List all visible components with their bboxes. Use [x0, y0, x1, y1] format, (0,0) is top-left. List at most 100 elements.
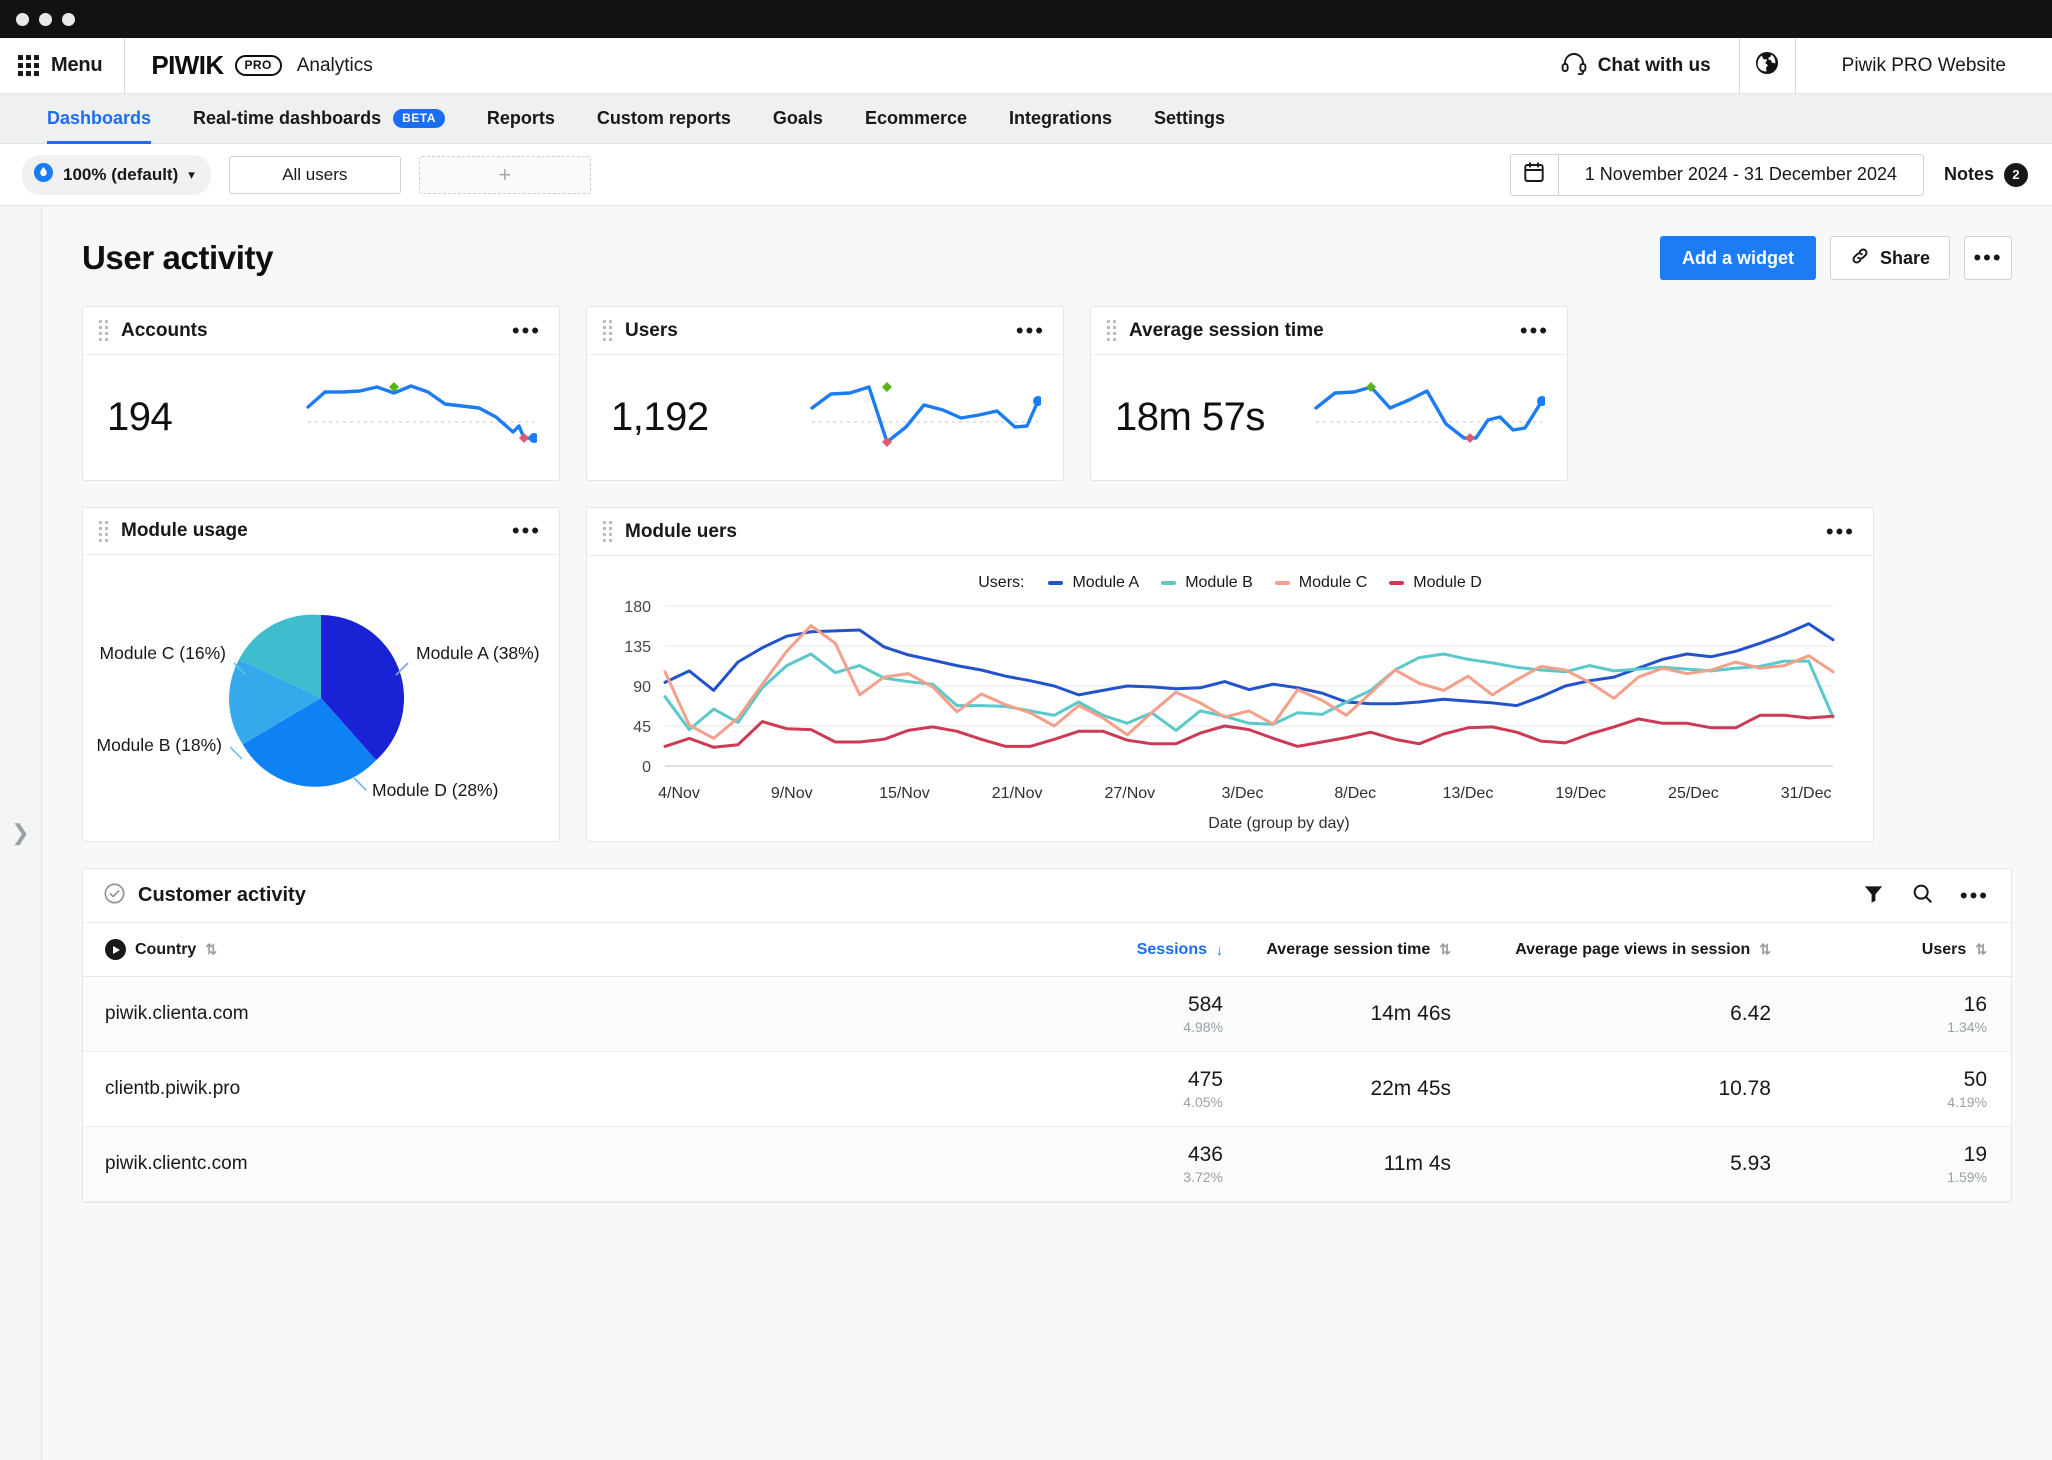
- legend-item-module-c[interactable]: Module C: [1275, 574, 1367, 592]
- dashboard-filter-bar: 100% (default) ▾ All users +: [0, 144, 2052, 206]
- tab-ecommerce[interactable]: Ecommerce: [844, 94, 988, 143]
- search-icon[interactable]: [1911, 882, 1934, 910]
- grid-menu-icon: [18, 55, 39, 76]
- customer-activity-title: Customer activity: [138, 884, 306, 907]
- brand-product-name: Analytics: [297, 55, 373, 77]
- tab-ecommerce-label: Ecommerce: [865, 108, 967, 129]
- table-row[interactable]: piwik.clienta.com 5844.98% 14m 46s 6.42: [83, 977, 2011, 1052]
- column-header-average-page-views[interactable]: Average page views in session ⇅: [1511, 923, 1841, 977]
- table-row[interactable]: piwik.clientc.com 4363.72% 11m 4s 5.93: [83, 1127, 2011, 1202]
- svg-text:135: 135: [624, 639, 651, 656]
- chat-with-us-button[interactable]: Chat with us: [1533, 38, 1739, 93]
- date-range-label[interactable]: 1 November 2024 - 31 December 2024: [1559, 155, 1923, 195]
- tab-reports-label: Reports: [487, 108, 555, 129]
- chat-with-us-label: Chat with us: [1598, 55, 1711, 77]
- legend-swatch-module-a: [1048, 581, 1063, 585]
- drag-handle-icon[interactable]: [99, 320, 108, 341]
- column-header-sessions[interactable]: Sessions ↓: [1081, 923, 1251, 977]
- legend-swatch-module-d: [1389, 581, 1404, 585]
- widget-module-users-menu[interactable]: •••: [1826, 527, 1855, 537]
- app-chrome: Menu PIWIK PRO Analytics: [0, 38, 2052, 1460]
- tab-reports[interactable]: Reports: [466, 94, 576, 143]
- calendar-icon-button[interactable]: [1511, 155, 1559, 195]
- globe-icon-button[interactable]: [1740, 38, 1796, 93]
- site-switcher: Piwik PRO Website: [1739, 38, 2052, 93]
- window-minimize-dot[interactable]: [39, 13, 52, 26]
- menu-button[interactable]: Menu: [0, 38, 125, 93]
- legend-item-module-d[interactable]: Module D: [1389, 574, 1481, 592]
- tab-settings[interactable]: Settings: [1133, 94, 1246, 143]
- notes-label: Notes: [1944, 164, 1994, 185]
- legend-item-module-b[interactable]: Module B: [1161, 574, 1253, 592]
- drag-handle-icon[interactable]: [603, 320, 612, 341]
- filter-bar-right: 1 November 2024 - 31 December 2024 Notes…: [1510, 154, 2028, 196]
- more-horizontal-icon: •••: [1973, 253, 2002, 263]
- play-icon[interactable]: [105, 939, 126, 960]
- widget-accounts-title: Accounts: [121, 320, 208, 342]
- pie-label-module-b: Module B (18%): [97, 735, 222, 755]
- beta-badge: BETA: [393, 109, 445, 128]
- customer-activity-menu[interactable]: •••: [1960, 891, 1989, 901]
- add-widget-button[interactable]: Add a widget: [1660, 236, 1816, 280]
- table-header-row: Country ⇅ Sessions ↓: [83, 923, 2011, 977]
- cell-users: 504.19%: [1841, 1052, 2011, 1127]
- menu-button-label: Menu: [51, 54, 102, 77]
- table-body: piwik.clienta.com 5844.98% 14m 46s 6.42: [83, 977, 2011, 1202]
- widget-average-session-time-value: 18m 57s: [1115, 395, 1265, 440]
- svg-text:Date (group by day): Date (group by day): [1208, 815, 1349, 832]
- sort-icon: ⇅: [205, 941, 217, 958]
- tab-realtime-dashboards-label: Real-time dashboards: [193, 108, 381, 129]
- column-header-sessions-label: Sessions: [1137, 941, 1207, 959]
- tab-integrations[interactable]: Integrations: [988, 94, 1133, 143]
- widget-users-menu[interactable]: •••: [1016, 326, 1045, 336]
- widget-accounts-menu[interactable]: •••: [512, 326, 541, 336]
- widget-accounts-body: 194: [83, 355, 559, 480]
- legend-item-module-a[interactable]: Module A: [1048, 574, 1139, 592]
- legend-swatch-module-c: [1275, 581, 1290, 585]
- share-button[interactable]: Share: [1830, 236, 1950, 280]
- widget-module-users: Module uers ••• Users: Module A: [586, 507, 1874, 842]
- tab-goals[interactable]: Goals: [752, 94, 844, 143]
- svg-text:27/Nov: 27/Nov: [1104, 785, 1155, 802]
- filter-icon[interactable]: [1862, 882, 1885, 910]
- window-maximize-dot[interactable]: [62, 13, 75, 26]
- segment-all-users[interactable]: All users: [229, 156, 401, 194]
- sampling-selector[interactable]: 100% (default) ▾: [22, 155, 211, 195]
- tab-realtime-dashboards[interactable]: Real-time dashboards BETA: [172, 94, 466, 143]
- drag-handle-icon[interactable]: [603, 521, 612, 542]
- notes-button[interactable]: Notes 2: [1944, 163, 2028, 187]
- tab-dashboards[interactable]: Dashboards: [26, 94, 172, 143]
- tab-goals-label: Goals: [773, 108, 823, 129]
- svg-text:3/Dec: 3/Dec: [1222, 785, 1264, 802]
- column-header-users[interactable]: Users ⇅: [1841, 923, 2011, 977]
- customer-activity-header: Customer activity: [83, 869, 2011, 923]
- legend-label-module-b: Module B: [1185, 574, 1253, 592]
- widget-average-session-time-menu[interactable]: •••: [1520, 326, 1549, 336]
- widget-module-usage-menu[interactable]: •••: [512, 526, 541, 536]
- widget-module-users-header: Module uers •••: [587, 508, 1873, 556]
- page-more-menu-button[interactable]: •••: [1964, 236, 2012, 280]
- date-range-picker[interactable]: 1 November 2024 - 31 December 2024: [1510, 154, 1924, 196]
- drag-handle-icon[interactable]: [1107, 320, 1116, 341]
- window-close-dot[interactable]: [16, 13, 29, 26]
- widget-users-header: Users •••: [587, 307, 1063, 355]
- tab-custom-reports[interactable]: Custom reports: [576, 94, 752, 143]
- chevron-right-icon[interactable]: ❯: [11, 820, 29, 846]
- widget-accounts: Accounts ••• 194: [82, 306, 560, 481]
- site-name-label[interactable]: Piwik PRO Website: [1796, 38, 2052, 93]
- column-header-average-session-time-label: Average session time: [1266, 941, 1430, 959]
- window-titlebar: [0, 0, 2052, 38]
- add-segment-button[interactable]: +: [419, 156, 591, 194]
- svg-text:13/Dec: 13/Dec: [1443, 785, 1494, 802]
- legend-title: Users:: [978, 574, 1024, 592]
- tab-custom-reports-label: Custom reports: [597, 108, 731, 129]
- customer-activity-actions: •••: [1862, 882, 1989, 910]
- column-header-country[interactable]: Country ⇅: [83, 923, 1081, 977]
- table-row[interactable]: clientb.piwik.pro 4754.05% 22m 45s 10.78: [83, 1052, 2011, 1127]
- brand-logo[interactable]: PIWIK PRO Analytics: [125, 38, 372, 93]
- brand-pro-badge: PRO: [235, 55, 282, 76]
- svg-text:25/Dec: 25/Dec: [1668, 785, 1719, 802]
- column-header-average-session-time[interactable]: Average session time ⇅: [1251, 923, 1511, 977]
- legend-label-module-a: Module A: [1072, 574, 1139, 592]
- drag-handle-icon[interactable]: [99, 521, 108, 542]
